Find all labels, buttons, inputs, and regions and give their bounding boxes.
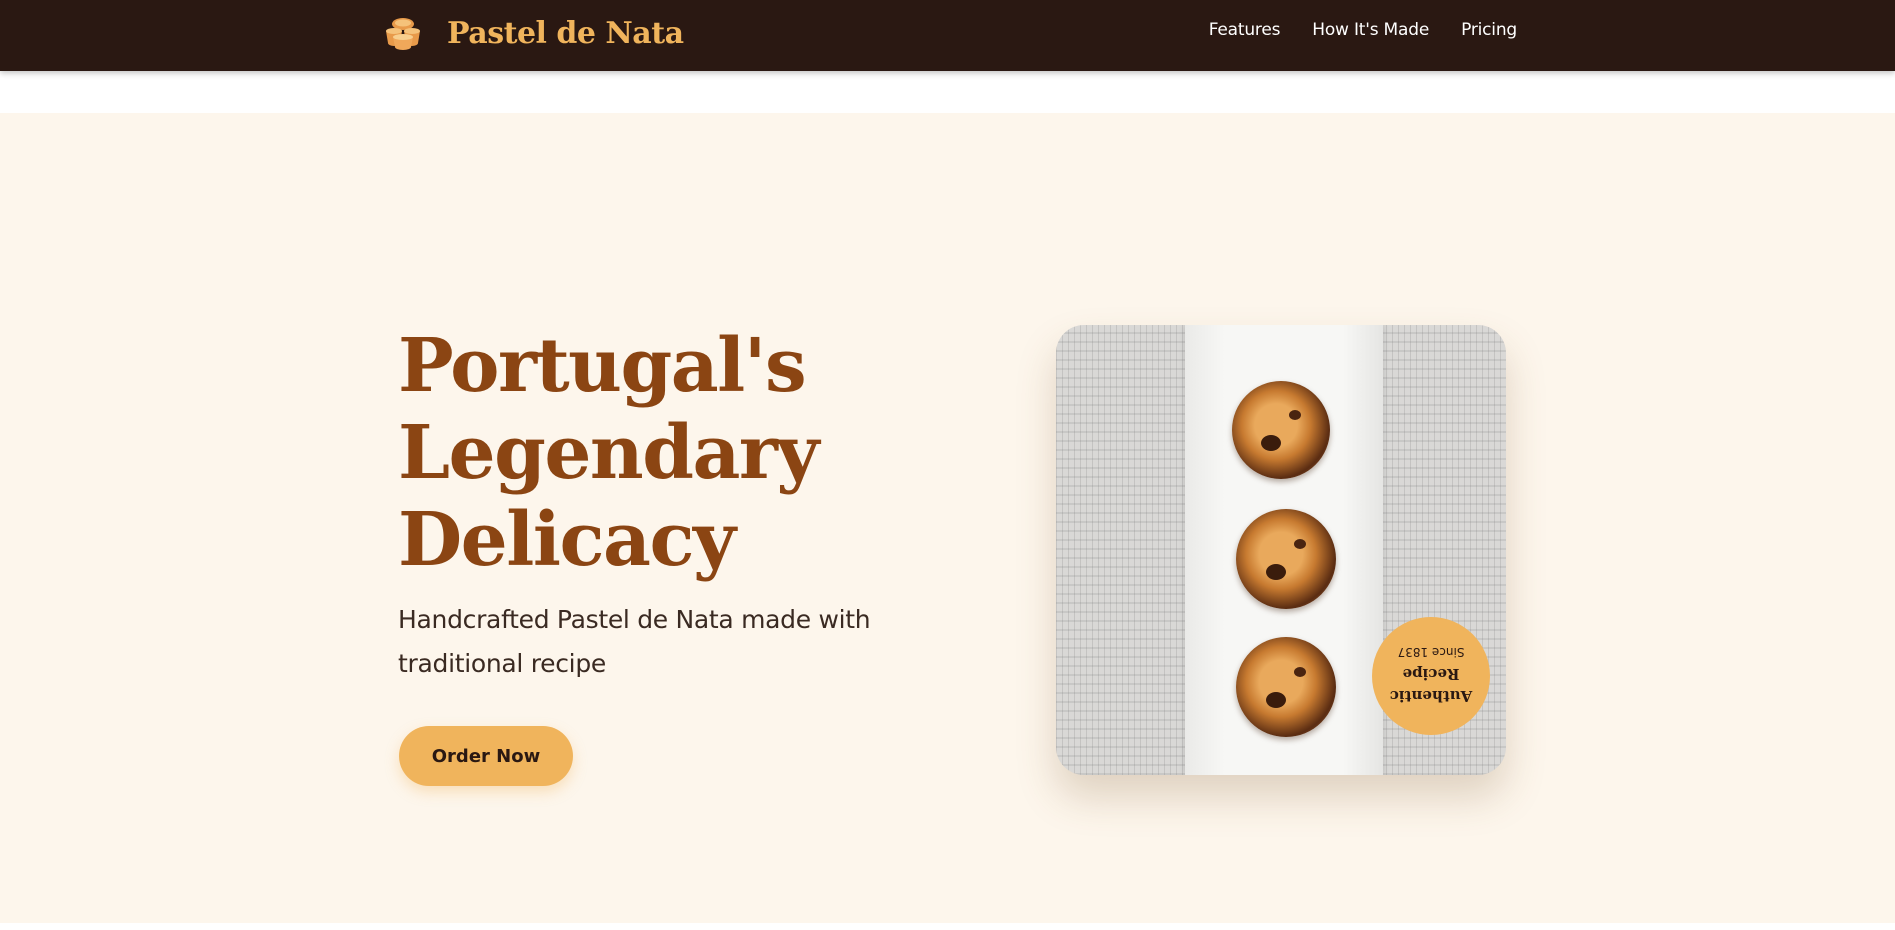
site-header: Pastel de Nata Features How It's Made Pr…	[0, 0, 1895, 71]
nav-features[interactable]: Features	[1209, 20, 1281, 40]
hero-title: Portugal's Legendary Delicacy	[398, 323, 958, 584]
badge-line: Recipe	[1402, 665, 1460, 683]
hero-title-line: Portugal's	[398, 323, 807, 409]
pastry-stack-icon	[380, 15, 426, 51]
hero-title-line: Delicacy	[398, 497, 736, 583]
pastry-tart	[1236, 509, 1336, 609]
badge-line: Authentic	[1389, 687, 1473, 705]
pastry-tart	[1236, 637, 1336, 737]
badge-since: Since 1837	[1397, 645, 1465, 659]
main-nav: Features How It's Made Pricing	[1209, 20, 1517, 40]
pastry-tart	[1232, 381, 1330, 479]
pastry-photo: Authentic Recipe Since 1837	[1056, 325, 1506, 775]
authentic-recipe-badge: Authentic Recipe Since 1837	[1372, 617, 1490, 735]
nav-pricing[interactable]: Pricing	[1461, 20, 1517, 40]
hero-section: Portugal's Legendary Delicacy Handcrafte…	[0, 113, 1895, 923]
brand-name: Pastel de Nata	[447, 15, 684, 51]
hero-subtitle: Handcrafted Pastel de Nata made with tra…	[398, 605, 871, 678]
order-now-button[interactable]: Order Now	[399, 726, 573, 786]
nav-how-its-made[interactable]: How It's Made	[1312, 20, 1429, 40]
hero-title-line: Legendary	[398, 410, 819, 496]
brand-logo[interactable]: Pastel de Nata	[380, 15, 684, 51]
